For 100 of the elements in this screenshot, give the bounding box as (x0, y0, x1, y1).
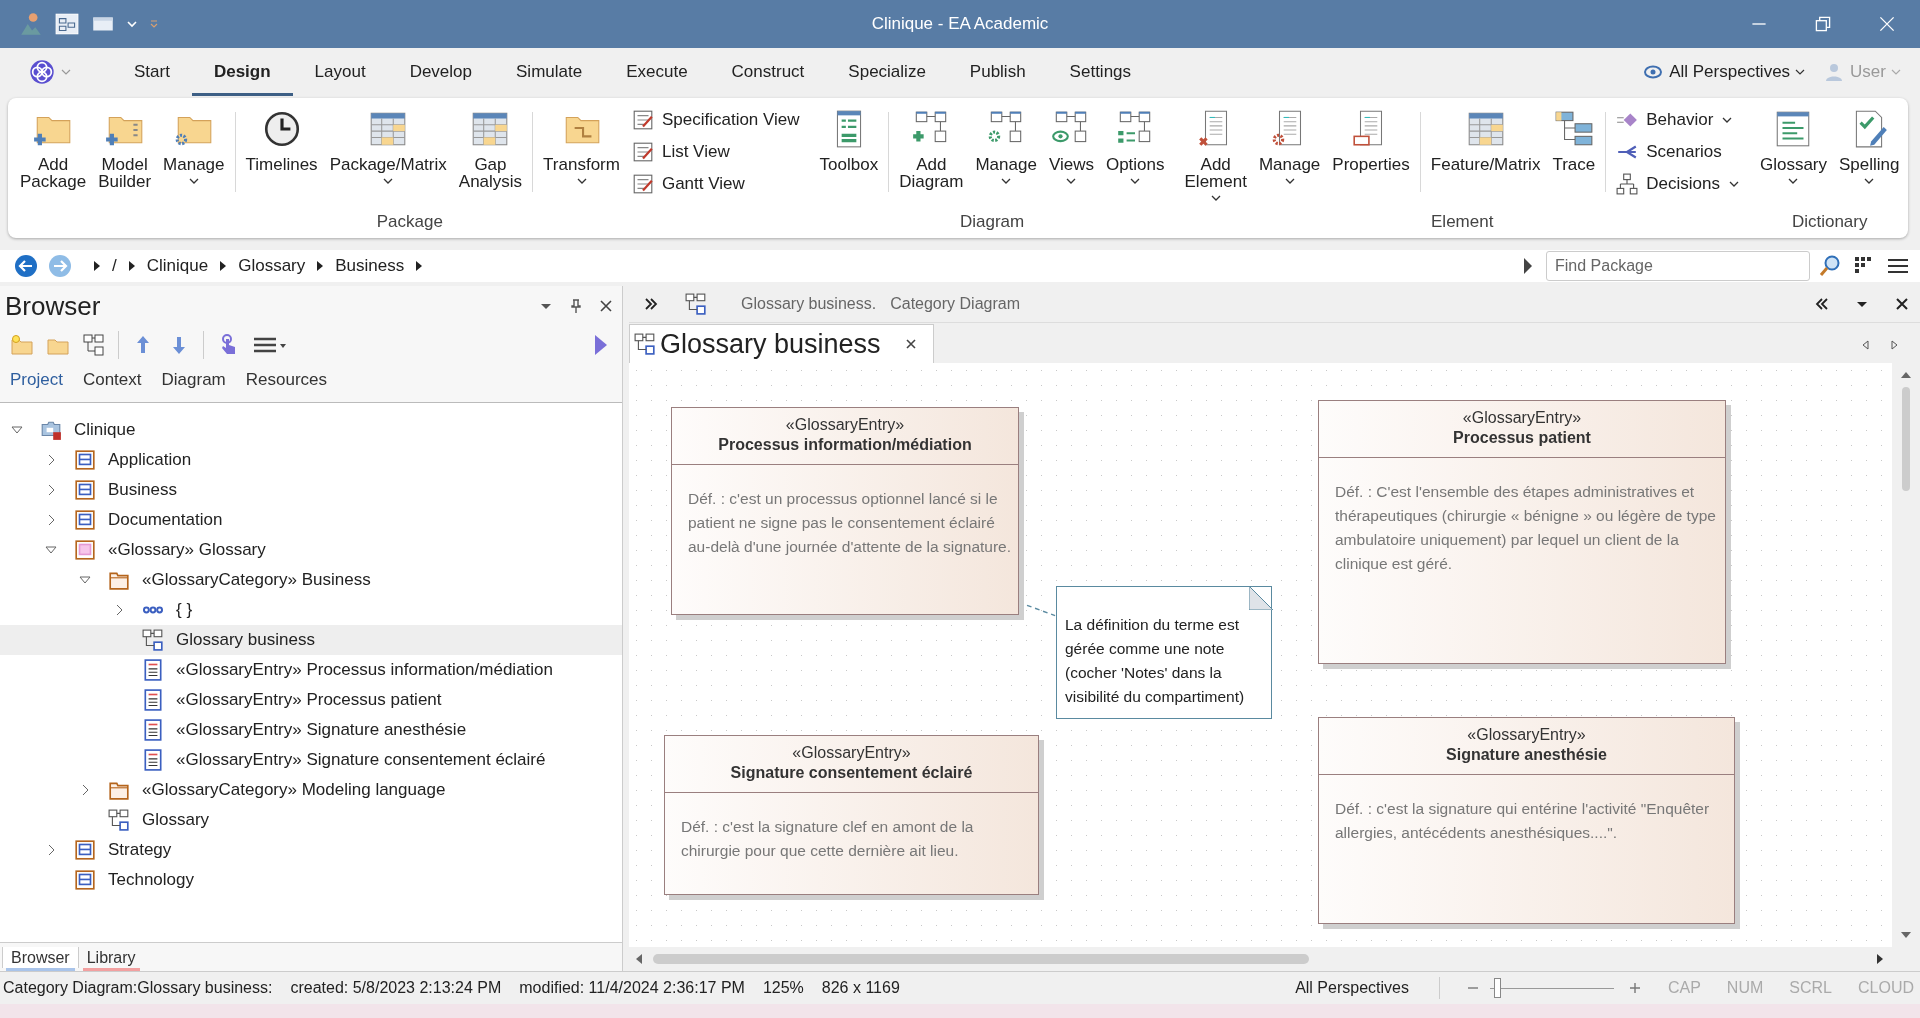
ribbon-tab[interactable]: Layout (292, 48, 388, 96)
ribbon-button[interactable]: Gap Analysis (452, 106, 529, 192)
ribbon-button[interactable]: Glossary (1753, 106, 1833, 187)
scroll-left-icon[interactable] (1860, 339, 1872, 351)
tree-item[interactable]: Strategy (0, 835, 622, 865)
close-icon[interactable] (598, 298, 614, 314)
model-icon (40, 419, 62, 441)
tree-item[interactable]: { } (0, 595, 622, 625)
back-icon[interactable] (14, 254, 38, 278)
ribbon-button[interactable]: Transform (537, 106, 626, 187)
tree-item[interactable]: Glossary (0, 805, 622, 835)
ribbon-button[interactable]: Timelines (239, 106, 324, 175)
ribbon-button[interactable]: Toolbox (813, 106, 885, 175)
zoom-slider-thumb[interactable] (1493, 977, 1501, 998)
ribbon-tab[interactable]: Start (112, 48, 192, 96)
diagram-icon (634, 333, 656, 355)
ribbon-tab[interactable]: Specialize (826, 48, 948, 96)
breadcrumb-item[interactable]: Glossary (238, 256, 306, 276)
ribbon-button[interactable]: Feature/Matrix (1424, 106, 1547, 175)
document-tab[interactable]: Glossary business (629, 324, 934, 363)
app-menu-icon[interactable] (28, 58, 56, 86)
tree-item[interactable]: «Glossary» Glossary (0, 535, 622, 565)
panel-tab[interactable]: Library (78, 947, 144, 968)
search-icon[interactable] (1818, 254, 1842, 278)
ribbon-tab[interactable]: Develop (387, 48, 494, 96)
tree-item[interactable]: Business (0, 475, 622, 505)
scrollbar-thumb[interactable] (1902, 387, 1910, 491)
ribbon-button[interactable]: Specification View (625, 106, 806, 134)
perspective-selector[interactable]: All Perspectives (1669, 62, 1791, 82)
ribbon-button[interactable]: Properties (1326, 106, 1416, 175)
ribbon-button[interactable]: Trace (1546, 106, 1602, 175)
triangle-icon[interactable] (126, 260, 137, 272)
ribbon-group-label: Diagram (959, 212, 1025, 233)
scroll-down-icon[interactable] (1900, 931, 1912, 939)
ribbon-button[interactable]: Manage (1252, 106, 1327, 187)
entry-name: Signature consentement éclairé (730, 764, 973, 782)
breadcrumb-item[interactable]: Business (335, 256, 405, 276)
ribbon-tab[interactable]: Settings (1047, 48, 1154, 96)
scrollbar-thumb[interactable] (653, 954, 1309, 964)
ribbon-button[interactable]: Options (1099, 106, 1171, 187)
scope-tab[interactable]: Resources (245, 370, 328, 390)
entry-icon (142, 659, 164, 681)
ribbon-button[interactable]: Add Diagram (893, 106, 970, 192)
tree-item[interactable]: «GlossaryCategory» Modeling language (0, 775, 622, 805)
diagram-icon[interactable] (82, 333, 106, 357)
ribbon-tab[interactable]: Simulate (494, 48, 605, 96)
play-icon[interactable] (1522, 256, 1534, 276)
scroll-right-icon[interactable] (1876, 953, 1884, 965)
ribbon-group-label: Package (376, 212, 443, 233)
ribbon-button[interactable]: Decisions (1610, 170, 1746, 198)
panel-tab[interactable]: Browser (2, 947, 79, 968)
zoom-in-icon[interactable] (1627, 981, 1642, 995)
tree-item[interactable]: Technology (0, 865, 622, 895)
pin-icon[interactable] (568, 298, 584, 314)
tree-item[interactable]: Application (0, 445, 622, 475)
expand-icon[interactable] (643, 296, 659, 312)
scroll-right-icon[interactable] (1888, 339, 1900, 351)
caret-icon (1787, 177, 1800, 185)
ribbon-button[interactable]: Model Builder (92, 106, 158, 192)
tree-item[interactable]: Clinique (0, 415, 622, 445)
ribbon-button[interactable]: Views (1042, 106, 1100, 187)
window-icon[interactable] (54, 11, 80, 37)
tree-item[interactable]: «GlossaryEntry» Signature anesthésie (0, 715, 622, 745)
ribbon-button[interactable]: List View (625, 138, 806, 166)
collapse-icon[interactable] (1814, 296, 1830, 312)
ribbon-button[interactable]: Add Element (1178, 106, 1253, 204)
tree-item[interactable]: «GlossaryEntry» Processus patient (0, 685, 622, 715)
breadcrumb-item[interactable]: / (112, 256, 117, 276)
note[interactable]: La définition du terme est gérée comme une note (cocher 'Notes' dans la visibilité du compartiment) (1056, 586, 1272, 719)
ribbon-tab[interactable]: Publish (947, 48, 1048, 96)
tree-item[interactable]: «GlossaryEntry» Processus information/médiation (0, 655, 622, 685)
ribbon-button[interactable]: Scenarios (1610, 138, 1746, 166)
find-package-field[interactable]: Find Package (1546, 251, 1810, 281)
scope-tab[interactable]: Project (10, 370, 63, 390)
ribbon-button[interactable]: Gantt View (625, 170, 806, 198)
ribbon-button[interactable]: Behavior (1610, 106, 1746, 134)
tree-item[interactable]: «GlossaryCategory» Business (0, 565, 622, 595)
scroll-up-icon[interactable] (1900, 371, 1912, 379)
ribbon-tab[interactable]: Execute (604, 48, 710, 96)
tree-item[interactable]: «GlossaryEntry» Signature consentement éclairé (0, 745, 622, 775)
diagram-type: Category Diagram (890, 295, 1020, 313)
breadcrumb-item[interactable]: Clinique (146, 256, 209, 276)
tree-item[interactable]: Documentation (0, 505, 622, 535)
hierarchy-icon (1616, 173, 1639, 195)
package-icon (74, 869, 96, 891)
entry-name: Processus patient (1453, 429, 1591, 447)
close-icon[interactable] (1894, 296, 1910, 312)
scope-tab[interactable]: Context (82, 370, 142, 390)
ribbon-button[interactable]: Manage (157, 106, 231, 187)
ribbon-button[interactable]: Add Package (14, 106, 93, 192)
triangle-icon[interactable] (92, 260, 102, 272)
caret-icon (575, 177, 588, 185)
scope-tab[interactable]: Diagram (161, 370, 226, 390)
ribbon-tab[interactable]: Construct (709, 48, 827, 96)
ribbon-button[interactable]: Manage (969, 106, 1043, 187)
ribbon-button[interactable]: Spelling (1833, 106, 1906, 187)
ribbon-button[interactable]: Package/Matrix (323, 106, 453, 187)
caret-icon (1721, 116, 1734, 124)
scroll-left-icon[interactable] (635, 953, 643, 965)
tree-item[interactable]: Glossary business (0, 625, 622, 655)
